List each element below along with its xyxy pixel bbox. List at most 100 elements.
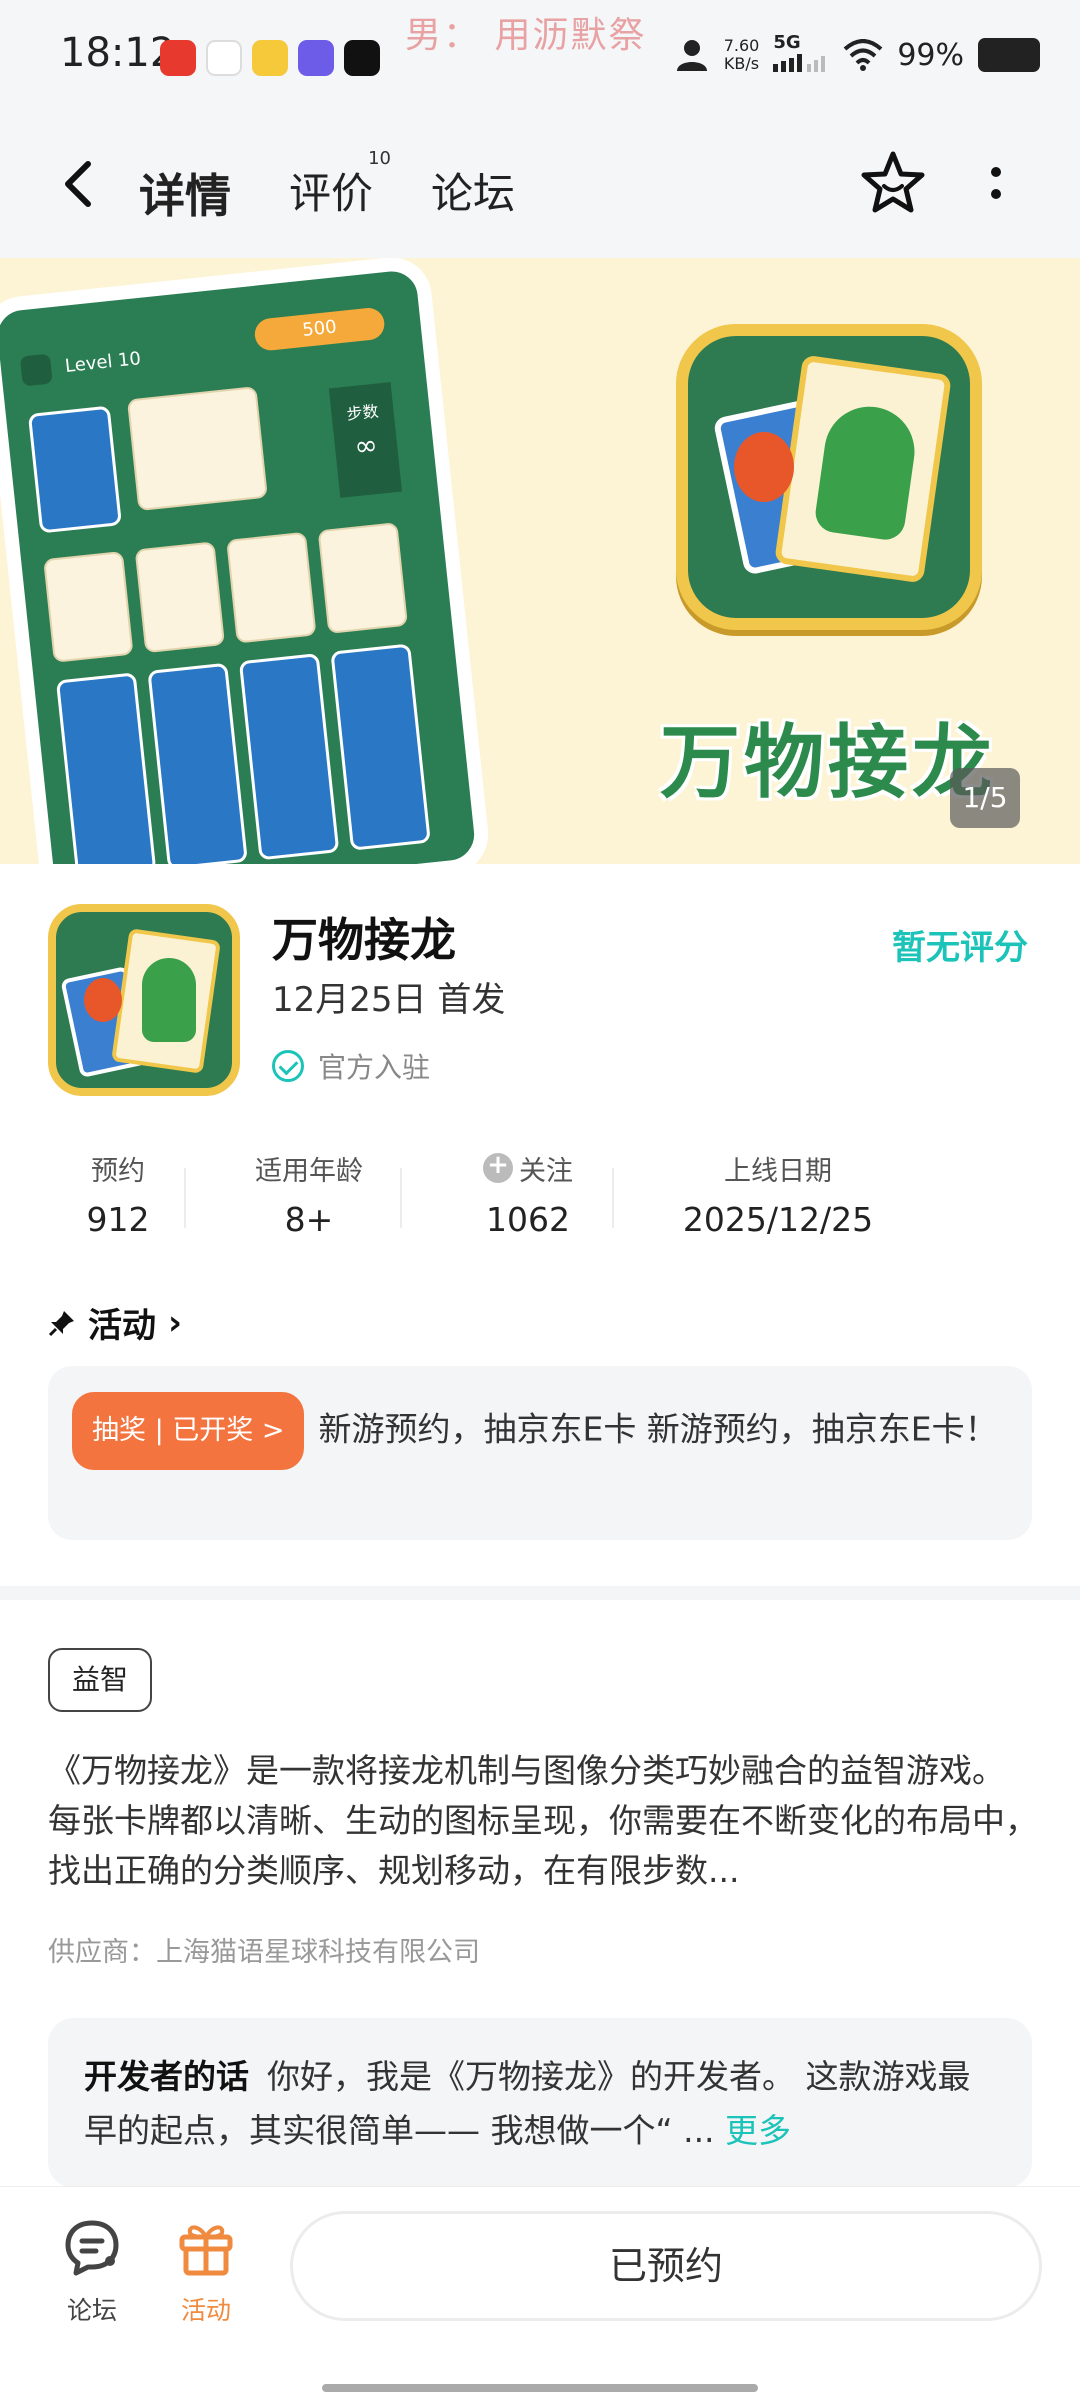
header: 详情 评价 10 论坛	[0, 110, 1080, 258]
hourglass-app-icon	[206, 40, 242, 76]
deck-card	[27, 405, 122, 534]
person-icon	[676, 40, 707, 71]
battery-icon	[978, 38, 1040, 72]
follow-heart-icon	[483, 1150, 513, 1183]
parrot-icon	[142, 958, 196, 1042]
back-arrow-icon[interactable]	[50, 154, 110, 214]
music-app-icon	[344, 40, 380, 76]
signal-5g: 5G	[773, 34, 829, 76]
tab-reviews[interactable]: 评价 10	[285, 148, 391, 236]
speed-value: 7.60	[723, 36, 760, 55]
nav-forum[interactable]: 论坛	[42, 2217, 142, 2327]
logo-parrot-card	[774, 354, 952, 584]
stat-label: 适用年龄	[255, 1155, 363, 1187]
activity-content: 抽奖 | 已开奖 > 新游预约，抽京东E卡 新游预约，抽京东E卡！	[72, 1392, 1008, 1470]
wifi-icon	[843, 39, 883, 71]
stat-label: 上线日期	[724, 1155, 832, 1187]
status-time: 18:12	[60, 30, 176, 76]
game-logo-tile	[676, 324, 982, 630]
carousel-pager: 1/5	[950, 768, 1020, 828]
speed-unit: KB/s	[723, 54, 760, 73]
game-description[interactable]: 《万物接龙》是一款将接龙机制与图像分类巧妙融合的益智游戏。 每张卡牌都以清晰、生…	[48, 1746, 1038, 1896]
official-badge: 官方入驻	[272, 1046, 430, 1086]
lottery-badge[interactable]: 抽奖 | 已开奖 >	[72, 1392, 305, 1470]
activity-card[interactable]: 抽奖 | 已开奖 > 新游预约，抽京东E卡 新游预约，抽京东E卡！	[48, 1366, 1032, 1540]
stat-label: 关注	[438, 1148, 618, 1188]
netease-music-icon	[160, 40, 196, 76]
status-center-text: 男： 用沥默祭	[405, 15, 647, 56]
reserved-button[interactable]: 已预约	[290, 2211, 1042, 2321]
activity-text: 新游预约，抽京东E卡 新游预约，抽京东E卡！	[318, 1409, 998, 1449]
stat-value: 8+	[284, 1200, 334, 1239]
banner-game-title: 万物接龙	[660, 715, 996, 809]
foundation-card	[226, 531, 317, 644]
stat-value: 2025/12/25	[682, 1200, 874, 1239]
stat-launch-date: 上线日期 2025/12/25	[648, 1148, 908, 1240]
stat-label: 预约	[91, 1155, 145, 1187]
tab-forum[interactable]: 论坛	[427, 150, 519, 236]
tab-bar: 详情 评价 10 论坛	[131, 148, 519, 236]
divider	[184, 1168, 186, 1228]
developer-note-card[interactable]: 开发者的话 你好，我是《万物接龙》的开发者。 这款游戏最早的起点，其实很简单—— …	[48, 2018, 1032, 2188]
stat-followers[interactable]: 关注 1062	[438, 1148, 618, 1239]
divider	[612, 1168, 614, 1228]
activity-title: 活动	[88, 1306, 156, 1346]
tab-forum-label: 论坛	[431, 169, 516, 218]
tab-reviews-label: 评价	[289, 169, 374, 218]
foundation-card	[43, 550, 134, 663]
steps-value: ∞	[352, 427, 380, 464]
purple-app-icon	[298, 40, 334, 76]
battery-percent: 99%	[897, 37, 964, 73]
steps-label: 步数	[345, 401, 380, 424]
menu-icon	[19, 353, 53, 387]
release-info: 12月25日 首发	[272, 980, 506, 1020]
activity-section-header[interactable]: 活动 ›	[48, 1298, 182, 1347]
stat-reservations: 预约 912	[48, 1148, 188, 1240]
forum-chat-icon	[65, 2220, 119, 2276]
tab-details[interactable]: 详情	[131, 150, 239, 236]
more-link[interactable]: 更多	[725, 2111, 791, 2150]
divider	[400, 1168, 402, 1228]
signal-bars-icon	[773, 54, 826, 72]
phoenix-icon	[734, 432, 794, 502]
developer-note-label: 开发者的话	[84, 2057, 249, 2096]
supplier-info: 供应商：上海猫语星球科技有限公司	[48, 1937, 480, 1968]
tableau-column	[55, 672, 157, 864]
stat-label-text: 关注	[519, 1155, 573, 1187]
game-coins: 500	[253, 306, 386, 352]
bottom-action-bar: 论坛 活动 已预约	[0, 2186, 1080, 2400]
home-indicator[interactable]	[322, 2384, 758, 2392]
status-right: 7.60 KB/s 5G 99%	[674, 34, 1040, 76]
official-label: 官方入驻	[318, 1051, 431, 1084]
parrot-icon	[813, 400, 921, 543]
nav-activity-label: 活动	[180, 2296, 231, 2325]
network-speed: 7.60 KB/s	[724, 37, 760, 73]
tab-details-label: 详情	[139, 169, 231, 223]
screenshot-carousel[interactable]: Level 10 500 步数 ∞ 万物接龙 1/5	[0, 258, 1080, 864]
reviews-count-badge: 10	[368, 148, 392, 169]
nav-activity[interactable]: 活动	[156, 2217, 256, 2327]
status-bar: 18:12 男： 用沥默祭 7.60 KB/s 5G 99%	[0, 0, 1080, 110]
game-level-label: Level 10	[63, 348, 142, 377]
drawn-cards	[126, 386, 268, 512]
network-type: 5G	[773, 32, 801, 53]
stats-row: 预约 912 适用年龄 8+ 关注 1062 上线日期 2025/12/25	[48, 1148, 1032, 1248]
foundation-card	[317, 522, 409, 634]
game-screenshot-phone: Level 10 500 步数 ∞	[0, 258, 493, 864]
app-icon	[48, 904, 240, 1096]
favorite-star-icon[interactable]	[858, 148, 928, 218]
pin-icon	[48, 1310, 74, 1336]
foundation-card	[134, 541, 226, 654]
more-options-icon[interactable]	[976, 154, 1016, 214]
app-name: 万物接龙	[272, 913, 456, 967]
genre-tag[interactable]: 益智	[48, 1648, 153, 1712]
stat-age-rating: 适用年龄 8+	[224, 1148, 394, 1240]
stat-value: 1062	[486, 1200, 570, 1239]
tableau-column	[330, 643, 431, 851]
steps-flag: 步数 ∞	[328, 382, 403, 498]
check-circle-icon	[272, 1050, 304, 1082]
stat-value: 912	[86, 1200, 150, 1239]
tableau-column	[238, 653, 340, 861]
status-app-icons	[160, 40, 380, 76]
yellow-app-icon	[252, 40, 288, 76]
